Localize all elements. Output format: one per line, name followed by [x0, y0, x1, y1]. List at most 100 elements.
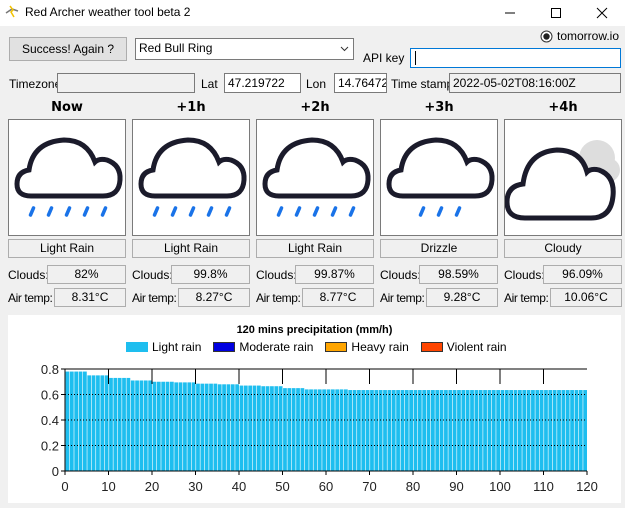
- x-tick-label: 10: [101, 479, 115, 494]
- x-tick-label: 50: [275, 479, 289, 494]
- precip-bar: [174, 382, 179, 471]
- precip-bar: [313, 389, 318, 471]
- x-tick-label: 40: [232, 479, 246, 494]
- precip-bar: [487, 390, 492, 471]
- chart-plot: 0 10 20 30 40 50 60 70 80 90 100 110 120 0 0.2 0.4 0.6 0.…: [41, 362, 598, 494]
- precip-bar: [69, 371, 74, 471]
- precip-bar: [387, 390, 392, 471]
- precip-bar: [513, 390, 518, 471]
- precip-bar: [583, 390, 587, 471]
- precip-bar: [335, 389, 340, 471]
- precip-bar: [222, 384, 226, 471]
- precip-bar: [126, 377, 131, 471]
- minimize-button[interactable]: [487, 0, 533, 26]
- air-temp-label: Air temp:: [504, 291, 549, 305]
- precip-bar: [561, 390, 566, 471]
- air-temp-label: Air temp:: [380, 291, 425, 305]
- precip-bar: [548, 390, 553, 471]
- cloud-rain-icon: [138, 137, 247, 217]
- precip-bar: [96, 375, 100, 471]
- x-tick-label: 90: [449, 479, 463, 494]
- condition-label: Light Rain: [256, 239, 374, 258]
- precip-bar: [213, 383, 218, 471]
- precipitation-chart: 120 mins precipitation (mm/h) Light rain…: [8, 315, 621, 503]
- close-button[interactable]: [579, 0, 625, 26]
- timezone-field[interactable]: [57, 73, 195, 93]
- air-temp-label: Air temp:: [8, 291, 53, 305]
- precip-bar: [409, 390, 413, 471]
- lon-label: Lon: [306, 77, 327, 91]
- precip-bar: [100, 375, 105, 471]
- forecast-icon-box: [504, 119, 622, 236]
- lat-field[interactable]: 47.219722: [224, 73, 301, 93]
- y-tick-label: 0.6: [41, 388, 59, 403]
- air-temp-value: 8.31°C: [54, 288, 126, 307]
- precip-bar: [474, 390, 479, 471]
- run-button[interactable]: Success! Again ?: [9, 37, 127, 61]
- precip-bar: [109, 377, 113, 471]
- precip-bar: [496, 390, 500, 471]
- precip-bar: [426, 390, 431, 471]
- precip-bar: [261, 386, 266, 471]
- provider-radio-tomorrow[interactable]: tomorrow.io: [540, 29, 619, 43]
- precip-bar: [378, 390, 383, 471]
- precip-bar: [504, 390, 509, 471]
- precip-bar: [278, 386, 283, 471]
- location-select[interactable]: Red Bull Ring: [135, 38, 354, 60]
- precip-bar: [296, 388, 300, 471]
- timestamp-field[interactable]: 2022-05-02T08:16:00Z: [449, 73, 621, 93]
- precip-bar: [274, 386, 279, 471]
- precip-bar: [522, 390, 527, 471]
- precip-bar: [526, 390, 531, 471]
- precip-bar: [326, 389, 331, 471]
- precip-bar: [500, 390, 505, 471]
- maximize-icon: [551, 8, 561, 18]
- cloudy-icon: [504, 140, 620, 221]
- lon-field[interactable]: 14.764722: [334, 73, 387, 93]
- x-tick-label: 120: [576, 479, 598, 494]
- precip-bar: [78, 371, 83, 471]
- precip-bar: [257, 385, 261, 471]
- precip-bar: [209, 383, 213, 471]
- precip-bar: [191, 382, 196, 471]
- precip-bar: [113, 377, 118, 471]
- lat-label: Lat: [201, 77, 218, 91]
- precip-bar: [91, 375, 96, 471]
- precip-bar: [204, 383, 209, 471]
- precip-bar: [531, 390, 535, 471]
- precip-bar: [570, 390, 574, 471]
- x-tick-label: 20: [145, 479, 159, 494]
- air-temp-label: Air temp:: [132, 291, 177, 305]
- precip-bar: [235, 384, 239, 471]
- precip-bar: [170, 381, 174, 471]
- precip-bar: [518, 390, 522, 471]
- precip-bar: [509, 390, 514, 471]
- precip-bar: [122, 377, 126, 471]
- precip-bar: [165, 381, 170, 471]
- location-select-value: Red Bull Ring: [139, 41, 213, 55]
- precip-bar: [283, 388, 287, 471]
- precip-bar: [104, 375, 109, 471]
- forecast-icon-box: [380, 119, 498, 236]
- precip-bar: [178, 382, 183, 471]
- y-tick-label: 0.8: [41, 362, 59, 377]
- maximize-button[interactable]: [533, 0, 579, 26]
- precip-bar: [461, 390, 466, 471]
- precip-bar: [557, 390, 561, 471]
- api-key-input[interactable]: [410, 48, 621, 68]
- precip-bar: [187, 382, 192, 471]
- precip-bar: [287, 388, 292, 471]
- precip-bar: [248, 385, 253, 471]
- cloud-rain-icon: [262, 137, 371, 217]
- window-title: Red Archer weather tool beta 2: [25, 5, 191, 19]
- clouds-label: Clouds:: [504, 268, 545, 282]
- precip-bar: [339, 389, 344, 471]
- precip-bar: [304, 389, 309, 471]
- y-tick-label: 0: [52, 464, 59, 479]
- precip-bar: [417, 390, 422, 471]
- air-temp-value: 10.06°C: [550, 288, 622, 307]
- precip-bar: [322, 389, 326, 471]
- precip-bar: [161, 381, 166, 471]
- air-temp-label: Air temp:: [256, 291, 301, 305]
- precip-bar: [330, 389, 335, 471]
